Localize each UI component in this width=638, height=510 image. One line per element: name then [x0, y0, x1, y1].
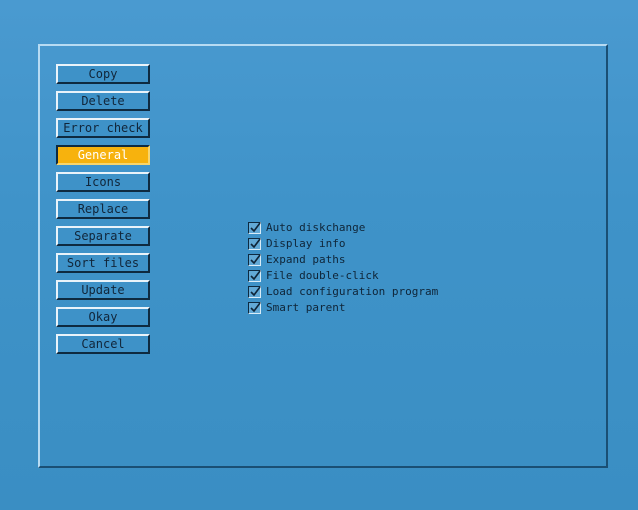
checkmark-icon [250, 222, 261, 233]
replace-button[interactable]: Replace [56, 199, 150, 219]
okay-button[interactable]: Okay [56, 307, 150, 327]
checkbox-file-double-click[interactable] [248, 270, 261, 282]
option-file-double-click[interactable]: File double-click [248, 268, 438, 284]
option-label: Smart parent [266, 301, 346, 314]
checkmark-icon [250, 302, 261, 313]
checkbox-smart-parent[interactable] [248, 302, 261, 314]
general-button[interactable]: General [56, 145, 150, 165]
option-label: Display info [266, 237, 346, 250]
option-label: File double-click [266, 269, 379, 282]
section-button-column: Copy Delete Error check General Icons Re… [56, 64, 150, 361]
option-auto-diskchange[interactable]: Auto diskchange [248, 220, 438, 236]
checkbox-load-configuration-program[interactable] [248, 286, 261, 298]
checkbox-auto-diskchange[interactable] [248, 222, 261, 234]
update-button[interactable]: Update [56, 280, 150, 300]
checkmark-icon [250, 270, 261, 281]
icons-button[interactable]: Icons [56, 172, 150, 192]
error-check-button[interactable]: Error check [56, 118, 150, 138]
copy-button[interactable]: Copy [56, 64, 150, 84]
general-options-list: Auto diskchange Display info Expand path… [248, 220, 438, 316]
option-expand-paths[interactable]: Expand paths [248, 252, 438, 268]
separate-button[interactable]: Separate [56, 226, 150, 246]
checkbox-display-info[interactable] [248, 238, 261, 250]
option-load-configuration-program[interactable]: Load configuration program [248, 284, 438, 300]
option-display-info[interactable]: Display info [248, 236, 438, 252]
checkbox-expand-paths[interactable] [248, 254, 261, 266]
checkmark-icon [250, 254, 261, 265]
cancel-button[interactable]: Cancel [56, 334, 150, 354]
option-label: Auto diskchange [266, 221, 366, 234]
checkmark-icon [250, 286, 261, 297]
delete-button[interactable]: Delete [56, 91, 150, 111]
option-label: Expand paths [266, 253, 346, 266]
screen-background: Copy Delete Error check General Icons Re… [0, 0, 638, 510]
option-label: Load configuration program [266, 285, 439, 298]
option-smart-parent[interactable]: Smart parent [248, 300, 438, 316]
sort-files-button[interactable]: Sort files [56, 253, 150, 273]
checkmark-icon [250, 238, 261, 249]
